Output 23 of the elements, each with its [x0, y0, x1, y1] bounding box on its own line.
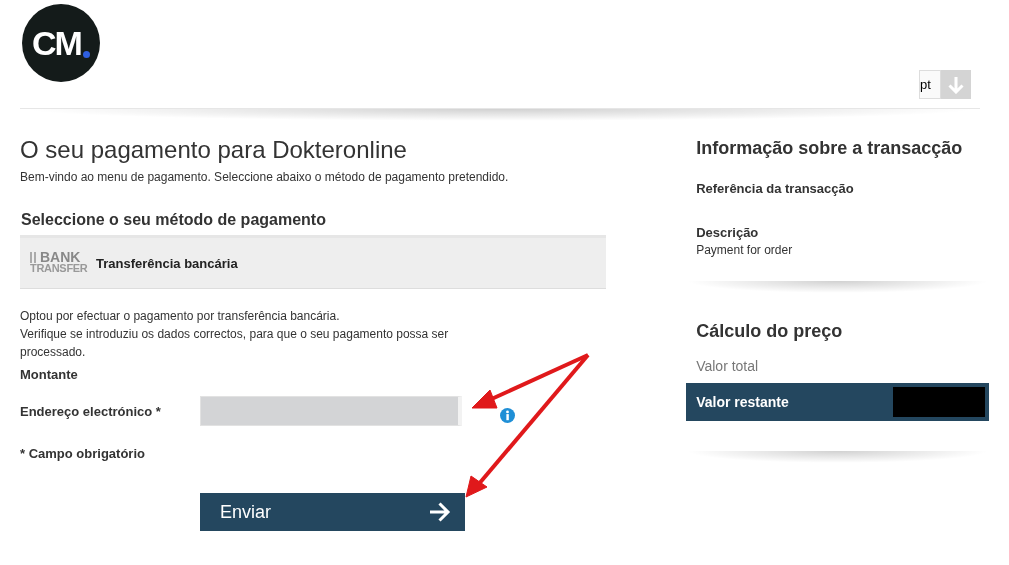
right-arrow-icon [429, 502, 451, 522]
amount-label: Montante [20, 367, 78, 382]
description-label: Descrição [696, 225, 760, 240]
language-dropdown-button[interactable] [941, 70, 971, 99]
language-value: pt [919, 70, 941, 99]
down-arrow-icon [948, 75, 964, 94]
email-label: Endereço electrónico * [20, 403, 162, 419]
email-input-field[interactable] [200, 396, 462, 426]
intro-text: Bem-vindo ao menu de pagamento. Seleccione abaixo o método de pagamento pretendido. [20, 170, 510, 184]
description-value: Payment for order [696, 243, 794, 257]
price-heading: Cálculo do preço [696, 321, 844, 342]
remaining-label: Valor restante [696, 394, 789, 410]
bank-transfer-logo: BANK TRANSFER [30, 252, 90, 274]
page-title: O seu pagamento para Dokteronline [20, 136, 408, 164]
section-heading: Seleccione o seu método de pagamento [21, 211, 327, 229]
notice-text: Optou por efectuar o pagamento por transferência bancária. Verifique se introduziu os dados correctos, para que o seu pagamento possa ser processado. [20, 308, 450, 361]
info-icon [500, 407, 515, 423]
submit-button[interactable]: Enviar [200, 493, 465, 531]
required-note: * Campo obrigatório [20, 446, 146, 461]
reference-label: Referência da transacção [696, 181, 855, 196]
total-label: Valor total [696, 358, 760, 374]
logo: CM [22, 4, 100, 82]
transaction-heading: Informação sobre a transacção [696, 138, 964, 159]
